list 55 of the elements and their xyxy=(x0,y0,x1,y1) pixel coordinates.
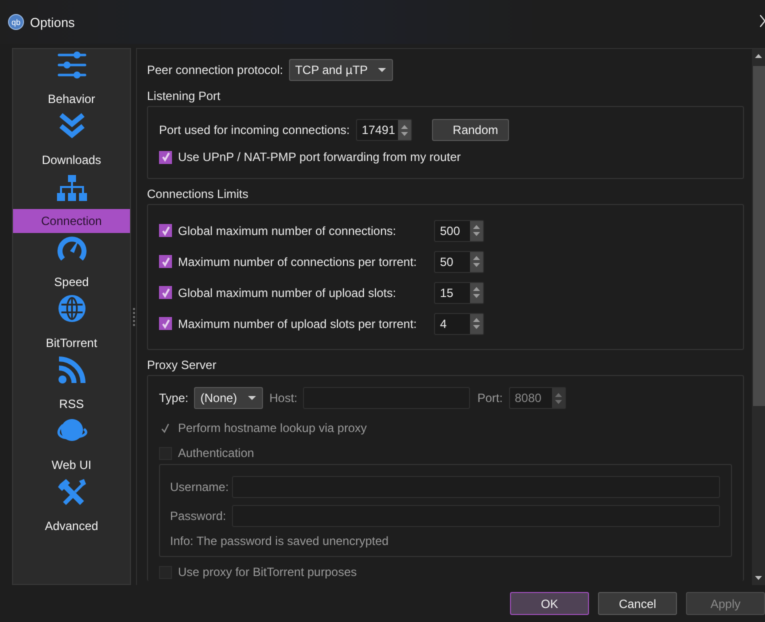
checkbox-label: Global maximum number of connections: xyxy=(178,224,396,238)
field-label: Port used for incoming connections: xyxy=(159,123,350,137)
checkbox[interactable] xyxy=(159,286,172,299)
field-label: Type: xyxy=(159,391,188,405)
tools-icon xyxy=(56,478,86,506)
field-label: Host: xyxy=(269,391,298,405)
spin-box[interactable]: 4 xyxy=(434,312,484,334)
checkbox-label: Global maximum number of upload slots: xyxy=(178,286,396,300)
sliders-icon xyxy=(56,51,86,79)
random-button[interactable]: Random xyxy=(432,119,509,141)
sidebar-item[interactable]: BitTorrent xyxy=(13,331,130,355)
caret-icon xyxy=(378,68,386,72)
speedometer-icon xyxy=(56,234,86,262)
checkbox[interactable] xyxy=(159,317,172,330)
checkbox[interactable] xyxy=(159,150,172,164)
dialog-button[interactable]: OK xyxy=(510,592,589,615)
protocol-dropdown[interactable]: TCP and µTP xyxy=(289,59,393,81)
checkbox-label: Authentication xyxy=(178,446,254,460)
spin-box[interactable]: 15 xyxy=(434,282,484,304)
checkbox-label: Use proxy for BitTorrent purposes xyxy=(178,565,357,579)
checkbox-label: Maximum number of connections per torrent: xyxy=(178,254,417,268)
sidebar-item[interactable]: RSS xyxy=(13,392,130,416)
sidebar-item[interactable]: Speed xyxy=(13,270,130,294)
splitter-handle[interactable] xyxy=(132,308,134,326)
globe-icon xyxy=(56,294,86,323)
field-label: Username: xyxy=(170,480,226,494)
sidebar-item[interactable]: Advanced xyxy=(13,514,130,538)
dialog-button[interactable]: Cancel xyxy=(598,592,677,615)
field-label: Password: xyxy=(170,509,226,523)
network-icon xyxy=(56,175,86,201)
app-logo: qb xyxy=(8,14,24,30)
window-title: Options xyxy=(30,14,75,30)
double-chevron-icon xyxy=(58,112,86,140)
sidebar-item[interactable]: Web UI xyxy=(13,453,130,477)
field-label: Port: xyxy=(477,391,503,405)
checkbox[interactable] xyxy=(159,224,172,237)
checkbox-label: Perform hostname lookup via proxy xyxy=(178,421,367,435)
group-title: Proxy Server xyxy=(147,358,218,372)
group-title: Listening Port xyxy=(147,89,222,103)
checkbox-label: Maximum number of upload slots per torrent: xyxy=(178,316,417,330)
rss-icon xyxy=(58,356,86,384)
close-icon[interactable] xyxy=(760,15,765,27)
checkbox[interactable] xyxy=(159,255,172,268)
field-label: Peer connection protocol: xyxy=(147,63,284,77)
checkbox-label: Use UPnP / NAT-PMP port forwarding from my router xyxy=(178,150,461,164)
caret-icon xyxy=(248,396,256,400)
sidebar-item[interactable]: Downloads xyxy=(13,148,130,172)
info-text: Info: The password is saved unencrypted xyxy=(170,534,390,548)
spin-box[interactable]: 17491 xyxy=(356,119,412,141)
sidebar-item[interactable]: Behavior xyxy=(13,87,130,111)
sidebar-item[interactable]: Connection xyxy=(13,209,130,233)
spin-box[interactable]: 500 xyxy=(434,220,484,242)
group-title: Connections Limits xyxy=(147,187,250,201)
spin-box[interactable]: 50 xyxy=(434,250,484,272)
scrollbar[interactable] xyxy=(752,49,765,585)
